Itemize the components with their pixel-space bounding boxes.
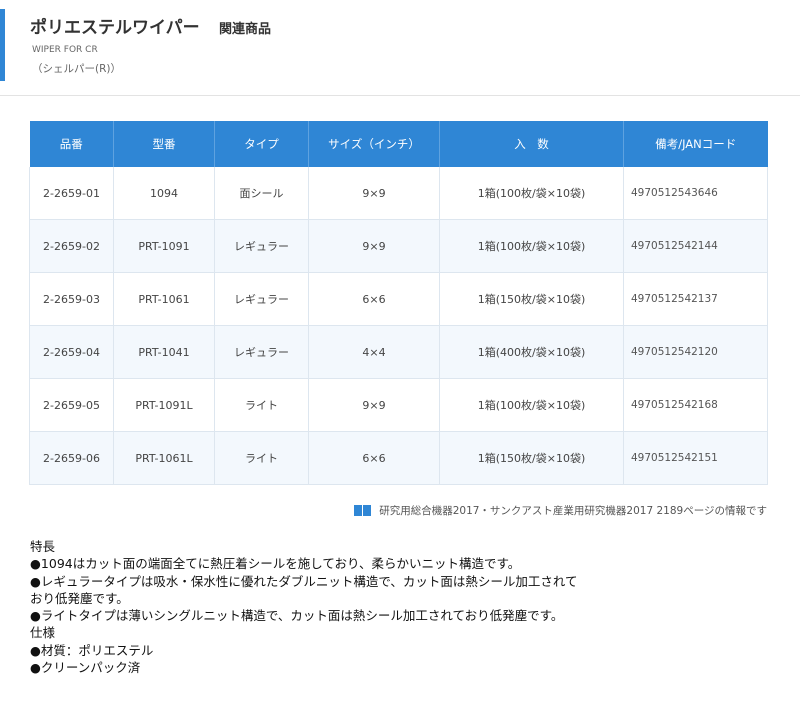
cell-type: レギュラー [214,219,309,273]
related-products-label: 関連商品 [219,22,272,37]
cell-size: 6×6 [308,431,440,485]
table-row: 2-2659-06 PRT-1061L ライト 6×6 1箱(150枚/袋×10… [29,431,768,485]
feature-line: おり低発塵です。 [30,590,129,606]
book-icon [354,505,372,516]
cell-type: 面シール [214,167,309,220]
cell-code: 2-2659-01 [29,167,114,220]
feature-line: ●1094はカット面の端面全てに熱圧着シールを施しており、柔らかいニット構造です… [30,556,521,572]
spec-line: ●材質：ポリエステル [30,642,154,658]
feature-line: ●レギュラータイプは吸水・保水性に優れたダブルニット構造で、カット面は熱シール加… [30,573,578,589]
cell-code: 2-2659-06 [29,431,114,485]
column-header-model: 型番 [113,121,215,167]
cell-jan: 4970512543646 [623,167,768,220]
cell-size: 9×9 [308,378,440,432]
cell-type: ライト [214,431,309,485]
column-header-quantity: 入 数 [439,121,624,167]
table-row: 2-2659-05 PRT-1091L ライト 9×9 1箱(100枚/袋×10… [29,378,768,432]
header-accent-bar [0,9,5,81]
table-row: 2-2659-01 1094 面シール 9×9 1箱(100枚/袋×10袋) 4… [29,167,768,220]
page-header: ポリエステルワイパー 関連商品 WIPER FOR CR （シェルパー(R)） [0,0,800,96]
feature-line: ●ライトタイプは薄いシングルニット構造で、カット面は熱シール加工されており低発塵… [30,608,564,624]
cell-code: 2-2659-04 [29,325,114,379]
cell-quantity: 1箱(150枚/袋×10袋) [439,431,624,485]
cell-quantity: 1箱(400枚/袋×10袋) [439,325,624,379]
cell-jan: 4970512542151 [623,431,768,485]
cell-jan: 4970512542120 [623,325,768,379]
catalog-source-note: 研究用総合機器2017・サンクアスト産業用研究機器2017 2189ページの情報… [354,503,767,518]
product-table: 品番 型番 タイプ サイズ（インチ） 入 数 備考/JANコード 2-2659-… [29,121,768,485]
catalog-source-text: 研究用総合機器2017・サンクアスト産業用研究機器2017 2189ページの情報… [379,505,767,517]
cell-code: 2-2659-05 [29,378,114,432]
cell-quantity: 1箱(100枚/袋×10袋) [439,167,624,220]
cell-model: PRT-1061L [113,431,215,485]
cell-quantity: 1箱(150枚/袋×10袋) [439,272,624,326]
table-header-row: 品番 型番 タイプ サイズ（インチ） 入 数 備考/JANコード [29,121,768,167]
cell-code: 2-2659-02 [29,219,114,273]
cell-type: レギュラー [214,325,309,379]
cell-jan: 4970512542168 [623,378,768,432]
cell-code: 2-2659-03 [29,272,114,326]
cell-size: 6×6 [308,272,440,326]
table-row: 2-2659-02 PRT-1091 レギュラー 9×9 1箱(100枚/袋×1… [29,219,768,273]
column-header-type: タイプ [214,121,309,167]
cell-model: 1094 [113,167,215,220]
cell-type: レギュラー [214,272,309,326]
subtitle-japanese: （シェルパー(R)） [32,63,121,75]
cell-size: 9×9 [308,219,440,273]
cell-model: PRT-1091L [113,378,215,432]
cell-type: ライト [214,378,309,432]
features-heading: 特長 [30,539,56,554]
cell-size: 9×9 [308,167,440,220]
table-row: 2-2659-03 PRT-1061 レギュラー 6×6 1箱(150枚/袋×1… [29,272,768,326]
cell-model: PRT-1061 [113,272,215,326]
cell-jan: 4970512542137 [623,272,768,326]
column-header-jan: 備考/JANコード [623,121,768,167]
features-section: 特長 ●1094はカット面の端面全てに熱圧着シールを施しており、柔らかいニット構… [30,538,770,676]
spec-line: ●クリーンパック済 [30,660,141,676]
cell-jan: 4970512542144 [623,219,768,273]
cell-size: 4×4 [308,325,440,379]
column-header-code: 品番 [29,121,114,167]
column-header-size: サイズ（インチ） [308,121,440,167]
spec-heading: 仕様 [30,625,56,641]
cell-quantity: 1箱(100枚/袋×10袋) [439,378,624,432]
cell-model: PRT-1041 [113,325,215,379]
page-title: ポリエステルワイパー [30,18,200,38]
cell-quantity: 1箱(100枚/袋×10袋) [439,219,624,273]
cell-model: PRT-1091 [113,219,215,273]
table-row: 2-2659-04 PRT-1041 レギュラー 4×4 1箱(400枚/袋×1… [29,325,768,379]
subtitle-english: WIPER FOR CR [32,45,98,55]
